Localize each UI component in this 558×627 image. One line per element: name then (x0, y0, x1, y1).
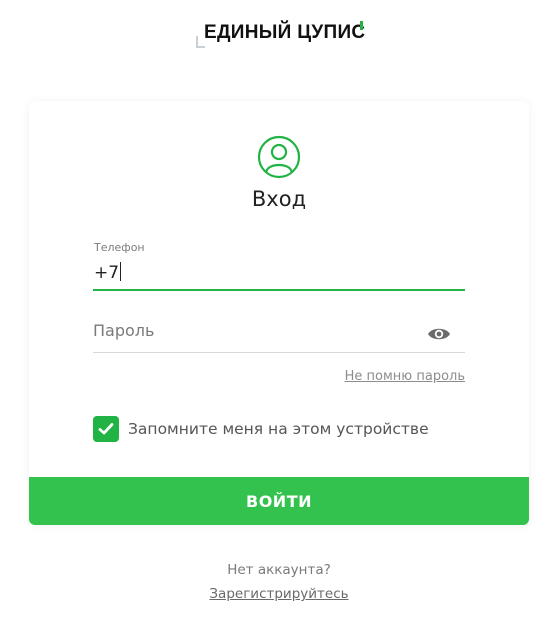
user-circle-icon (257, 135, 301, 179)
login-card: Вход Телефон +7 Пароль Не помню пароль З… (29, 101, 529, 525)
login-button[interactable]: ВОЙТИ (29, 477, 529, 525)
phone-value: +7 (94, 263, 120, 283)
remember-label: Запомните меня на этом устройстве (128, 420, 429, 438)
no-account-text: Нет аккаунта? (227, 562, 331, 578)
password-placeholder: Пароль (93, 321, 155, 340)
page-title: Вход (251, 187, 307, 211)
remember-checkbox[interactable] (93, 416, 119, 442)
phone-label: Телефон (94, 241, 145, 254)
eye-icon[interactable] (427, 325, 451, 343)
phone-underline (93, 289, 465, 291)
logo-mark-right (360, 21, 363, 30)
logo: ЕДИНЫЙ ЦУПИС (0, 18, 558, 54)
register-link[interactable]: Зарегистрируйтесь (0, 586, 558, 602)
text-caret (120, 262, 122, 281)
password-underline (93, 352, 465, 353)
password-input[interactable]: Пароль (93, 317, 465, 351)
logo-text: ЕДИНЫЙ ЦУПИС (204, 22, 366, 43)
forgot-password-link[interactable]: Не помню пароль (345, 369, 465, 384)
phone-input[interactable]: +7 (94, 261, 464, 285)
check-icon (98, 423, 114, 435)
